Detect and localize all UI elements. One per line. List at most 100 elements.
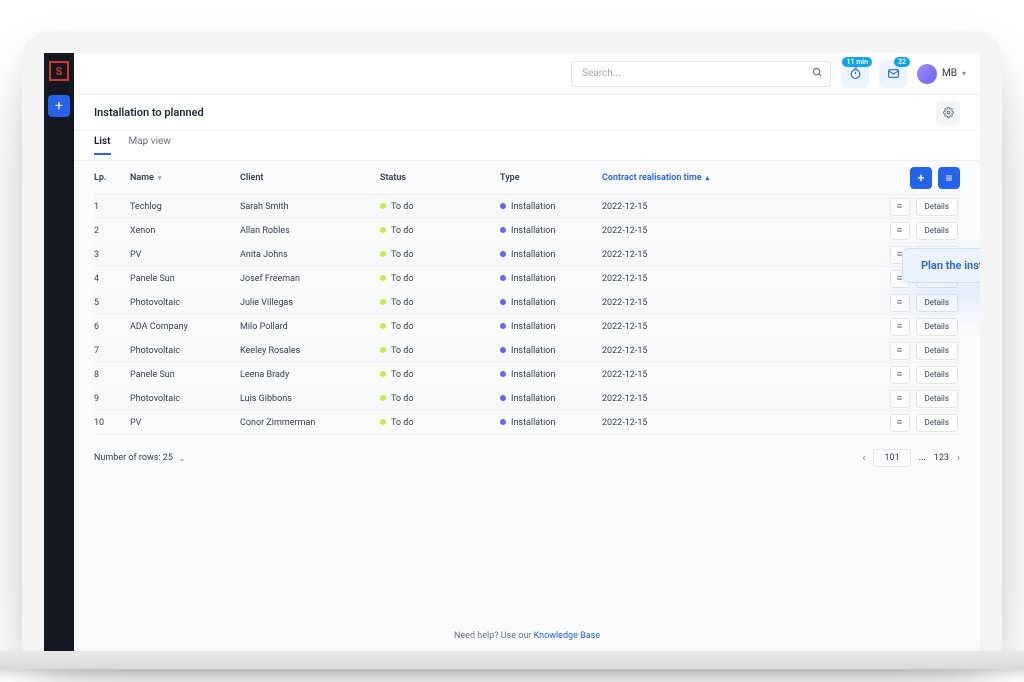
tab-list[interactable]: List [94, 136, 111, 155]
row-menu-button[interactable]: ≡ [890, 390, 910, 408]
details-button[interactable]: Details [916, 294, 958, 312]
logo-icon: S [49, 61, 69, 81]
status-dot-icon [380, 251, 386, 257]
cell-client: Anita Johns [240, 250, 380, 260]
status-dot-icon [380, 419, 386, 425]
table-row[interactable]: 4 Panele Sun Josef Freeman To do Install… [94, 267, 960, 291]
cell-date: 2022-12-15 [602, 394, 762, 404]
table-row[interactable]: 8 Panele Sun Leena Brady To do Installat… [94, 363, 960, 387]
cell-status: To do [380, 346, 500, 356]
table-row[interactable]: 2 Xenon Allan Robles To do Installation … [94, 219, 960, 243]
cell-client: Sarah Smith [240, 202, 380, 212]
sidebar: S + [44, 53, 74, 651]
sort-icon: ▴ [706, 174, 710, 182]
cell-type: Installation [500, 226, 602, 236]
cell-type: Installation [500, 274, 602, 284]
cell-date: 2022-12-15 [602, 370, 762, 380]
details-button[interactable]: Details [916, 342, 958, 360]
mail-badge: 32 [894, 57, 910, 67]
cell-status: To do [380, 202, 500, 212]
row-menu-button[interactable]: ≡ [890, 366, 910, 384]
search-icon[interactable] [812, 67, 823, 81]
user-menu[interactable]: MB ▾ [917, 64, 966, 84]
cell-lp: 7 [94, 346, 130, 356]
page-header: Installation to planned [74, 95, 980, 131]
cell-name: Photovoltaic [130, 346, 240, 356]
cell-client: Luis Gibbons [240, 394, 380, 404]
rows-per-page[interactable]: Number of rows: 25 ⌄ [94, 453, 186, 463]
cell-type: Installation [500, 250, 602, 260]
status-dot-icon [380, 299, 386, 305]
cell-name: Techlog [130, 202, 240, 212]
cell-date: 2022-12-15 [602, 274, 762, 284]
cell-client: Allan Robles [240, 226, 380, 236]
cell-client: Milo Pollard [240, 322, 380, 332]
cell-date: 2022-12-15 [602, 202, 762, 212]
row-menu-button[interactable]: ≡ [890, 222, 910, 240]
cell-name: Xenon [130, 226, 240, 236]
table-row[interactable]: 5 Photovoltaic Julie Villegas To do Inst… [94, 291, 960, 315]
details-button[interactable]: Details [916, 318, 958, 336]
tab-map-view[interactable]: Map view [129, 136, 171, 155]
details-button[interactable]: Details [916, 414, 958, 432]
row-menu-button[interactable]: ≡ [890, 198, 910, 216]
cell-client: Julie Villegas [240, 298, 380, 308]
th-type[interactable]: Type [500, 173, 602, 183]
mail-icon[interactable]: 32 [879, 60, 907, 88]
table-header: Lp. Name▾ Client Status Type Contract re… [94, 161, 960, 195]
details-button[interactable]: Details [916, 366, 958, 384]
table-row[interactable]: 6 ADA Company Milo Pollard To do Install… [94, 315, 960, 339]
table-row[interactable]: 7 Photovoltaic Keeley Rosales To do Inst… [94, 339, 960, 363]
knowledge-base-link[interactable]: Knowledge Base [534, 631, 600, 641]
row-menu-button[interactable]: ≡ [890, 414, 910, 432]
cell-status: To do [380, 274, 500, 284]
status-dot-icon [380, 227, 386, 233]
cell-lp: 5 [94, 298, 130, 308]
cell-date: 2022-12-15 [602, 226, 762, 236]
table-row[interactable]: 10 PV Conor Zimmerman To do Installation… [94, 411, 960, 435]
timer-icon[interactable]: 11 min [841, 60, 869, 88]
table-row[interactable]: 9 Photovoltaic Luis Gibbons To do Instal… [94, 387, 960, 411]
th-name[interactable]: Name▾ [130, 173, 240, 183]
sort-icon: ▾ [158, 174, 162, 182]
add-button[interactable]: + [910, 167, 932, 189]
row-menu-button[interactable]: ≡ [890, 294, 910, 312]
details-button[interactable]: Details [916, 390, 958, 408]
type-dot-icon [500, 395, 506, 401]
help-text: Need help? Use our Knowledge Base [74, 631, 980, 651]
th-client[interactable]: Client [240, 173, 380, 183]
cell-client: Josef Freeman [240, 274, 380, 284]
cell-type: Installation [500, 202, 602, 212]
type-dot-icon [500, 419, 506, 425]
table-row[interactable]: 1 Techlog Sarah Smith To do Installation… [94, 195, 960, 219]
th-lp[interactable]: Lp. [94, 173, 130, 183]
row-menu-button[interactable]: ≡ [890, 318, 910, 336]
row-menu-button[interactable]: ≡ [890, 342, 910, 360]
details-button[interactable]: Details [916, 222, 958, 240]
type-dot-icon [500, 347, 506, 353]
cell-lp: 1 [94, 202, 130, 212]
prev-page-button[interactable]: ‹ [862, 453, 865, 464]
plan-installation-tooltip[interactable]: Plan the installation [902, 248, 980, 283]
chevron-down-icon: ⌄ [179, 454, 186, 463]
last-page[interactable]: 123 [934, 453, 949, 463]
cell-client: Keeley Rosales [240, 346, 380, 356]
th-contract-time[interactable]: Contract realisation time▴ [602, 173, 762, 183]
search-input[interactable] [571, 61, 831, 87]
cell-lp: 4 [94, 274, 130, 284]
table-row[interactable]: 3 PV Anita Johns To do Installation 2022… [94, 243, 960, 267]
cell-type: Installation [500, 322, 602, 332]
tabs: List Map view [74, 131, 980, 161]
cell-name: ADA Company [130, 322, 240, 332]
user-label: MB [942, 68, 957, 79]
status-dot-icon [380, 395, 386, 401]
next-page-button[interactable]: › [957, 453, 960, 464]
cell-name: PV [130, 418, 240, 428]
th-status[interactable]: Status [380, 173, 500, 183]
settings-icon[interactable] [936, 101, 960, 125]
details-button[interactable]: Details [916, 198, 958, 216]
cell-type: Installation [500, 394, 602, 404]
cell-lp: 9 [94, 394, 130, 404]
list-view-button[interactable]: ≡ [938, 167, 960, 189]
sidebar-add-button[interactable]: + [48, 95, 70, 117]
